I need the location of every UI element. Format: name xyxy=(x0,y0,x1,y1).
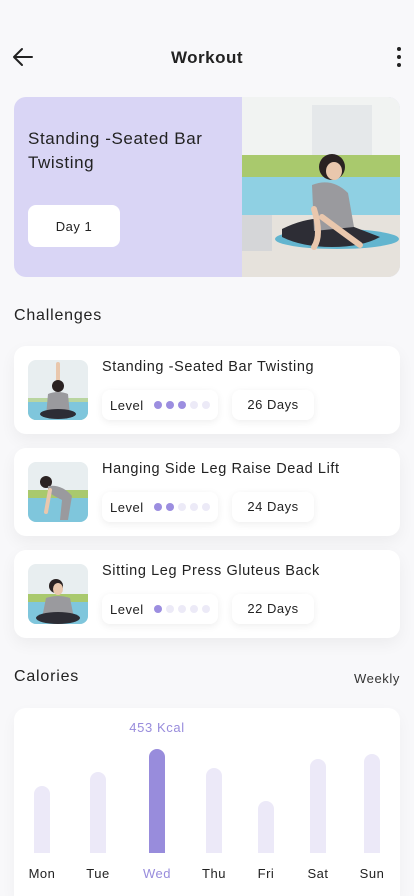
level-dot-filled xyxy=(154,605,162,613)
level-indicator: Level xyxy=(102,390,218,420)
level-dot-empty xyxy=(202,503,210,511)
page-title: Workout xyxy=(170,48,244,67)
level-indicator: Level xyxy=(102,492,218,522)
bar-tue[interactable] xyxy=(90,772,106,853)
level-dot-filled xyxy=(154,503,162,511)
level-dot-filled xyxy=(166,503,174,511)
level-dot-empty xyxy=(190,503,198,511)
x-label-wed: Wed xyxy=(143,866,171,881)
level-dot-filled xyxy=(154,401,162,409)
bar-sat[interactable] xyxy=(310,759,326,853)
highlight-value-label: 453 Kcal xyxy=(129,720,185,735)
x-label-tue: Tue xyxy=(86,866,110,881)
featured-workout-title: Standing -Seated Bar Twisting xyxy=(28,129,203,172)
x-label-sat: Sat xyxy=(307,866,329,881)
more-vertical-icon[interactable] xyxy=(394,44,404,70)
level-dot-empty xyxy=(178,605,186,613)
level-label: Level xyxy=(110,398,144,413)
days-badge: 22 Days xyxy=(232,594,314,624)
level-dot-empty xyxy=(166,605,174,613)
challenge-thumbnail xyxy=(28,564,88,624)
x-label-sun: Sun xyxy=(359,866,385,881)
calories-heading: Calories xyxy=(14,668,80,685)
app-header: Workout xyxy=(0,36,414,80)
level-dot-empty xyxy=(202,605,210,613)
level-dots xyxy=(154,401,214,409)
x-label-mon: Mon xyxy=(28,866,56,881)
level-label: Level xyxy=(110,500,144,515)
challenge-thumbnail xyxy=(28,360,88,420)
bar-fri[interactable] xyxy=(258,801,274,853)
x-label-thu: Thu xyxy=(202,866,226,881)
days-badge: 24 Days xyxy=(232,492,314,522)
challenge-thumbnail xyxy=(28,462,88,522)
featured-workout-card[interactable]: Standing -Seated Bar Twisting Day 1 xyxy=(14,97,400,277)
day-button[interactable]: Day 1 xyxy=(28,205,120,247)
level-dot-filled xyxy=(178,401,186,409)
level-dot-empty xyxy=(190,605,198,613)
challenge-card[interactable]: Sitting Leg Press Gluteus Back Level 22 … xyxy=(14,550,400,638)
calories-chart: 453 Kcal Mon Tue Wed Thu Fri Sat Sun xyxy=(14,708,400,896)
challenge-name: Hanging Side Leg Raise Dead Lift xyxy=(102,461,340,477)
period-selector[interactable]: Weekly xyxy=(354,671,400,686)
days-badge: 26 Days xyxy=(232,390,314,420)
level-dot-empty xyxy=(190,401,198,409)
level-dot-empty xyxy=(202,401,210,409)
workout-photo xyxy=(242,97,400,277)
x-label-fri: Fri xyxy=(257,866,275,881)
bar-sun[interactable] xyxy=(364,754,380,853)
level-dot-filled xyxy=(166,401,174,409)
level-dots xyxy=(154,503,214,511)
level-dot-empty xyxy=(178,503,186,511)
bar-mon[interactable] xyxy=(34,786,50,853)
challenge-card[interactable]: Hanging Side Leg Raise Dead Lift Level 2… xyxy=(14,448,400,536)
challenge-name: Sitting Leg Press Gluteus Back xyxy=(102,563,320,579)
bar-wed[interactable] xyxy=(149,749,165,853)
level-dots xyxy=(154,605,214,613)
level-indicator: Level xyxy=(102,594,218,624)
challenge-card[interactable]: Standing -Seated Bar Twisting Level 26 D… xyxy=(14,346,400,434)
challenge-name: Standing -Seated Bar Twisting xyxy=(102,359,315,375)
level-label: Level xyxy=(110,602,144,617)
challenges-heading: Challenges xyxy=(14,307,103,324)
bar-thu[interactable] xyxy=(206,768,222,853)
